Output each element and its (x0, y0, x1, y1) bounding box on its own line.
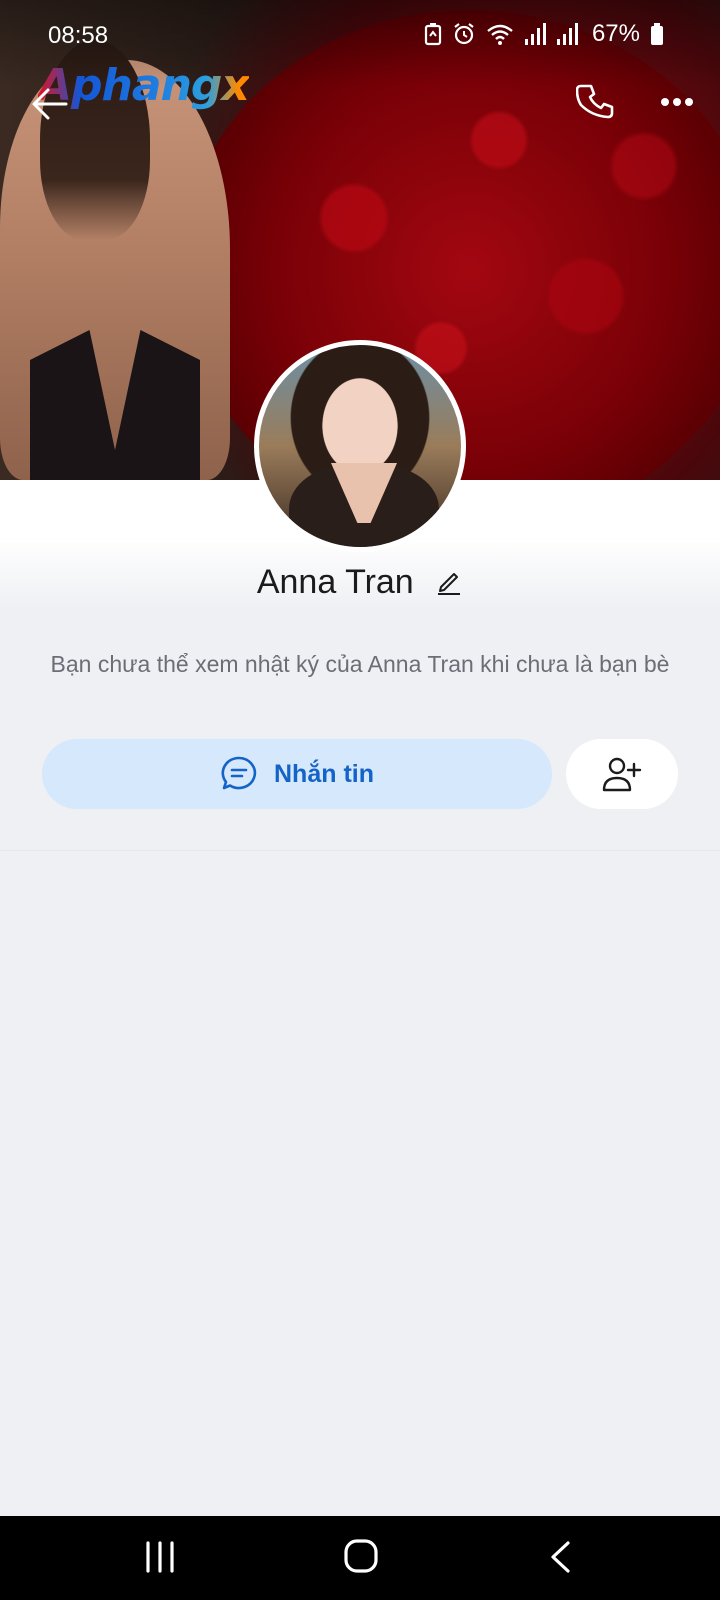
alarm-icon (454, 23, 474, 45)
wifi-icon (487, 24, 513, 45)
message-button-label: Nhắn tin (274, 759, 374, 788)
system-nav-bar (0, 1516, 720, 1600)
add-friend-icon (602, 757, 642, 792)
message-button[interactable]: Nhắn tin (42, 739, 552, 809)
signal-icon (556, 23, 578, 45)
status-time: 08:58 (48, 22, 109, 49)
status-icons: 67% (424, 20, 664, 48)
battery-percent: 67% (591, 20, 640, 47)
privacy-notice: Bạn chưa thể xem nhật ký của Anna Tran k… (50, 651, 670, 677)
signal-icon (524, 23, 546, 45)
chat-bubble-icon (221, 756, 257, 790)
battery-icon (651, 23, 663, 45)
add-friend-button[interactable] (566, 739, 678, 809)
edit-name-button[interactable] (435, 567, 463, 596)
profile-name: Anna Tran (256, 563, 414, 601)
more-button[interactable] (660, 92, 694, 112)
home-button[interactable] (343, 1538, 379, 1574)
back-button[interactable] (30, 86, 70, 122)
section-divider (0, 850, 720, 851)
call-button[interactable] (576, 82, 616, 122)
recent-apps-button[interactable] (145, 1540, 175, 1574)
profile-name-row: Anna Tran (0, 563, 720, 602)
avatar[interactable] (254, 340, 466, 552)
system-back-button[interactable] (548, 1540, 572, 1574)
battery-saver-icon (424, 23, 442, 46)
